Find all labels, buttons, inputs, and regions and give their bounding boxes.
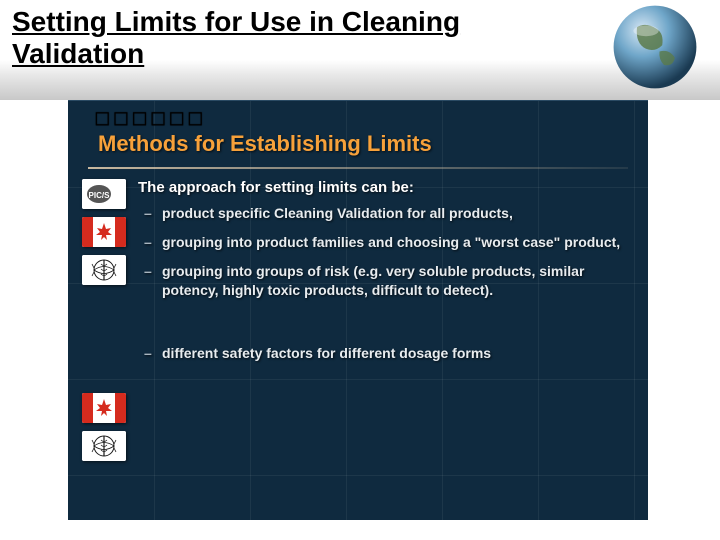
bullet-item: – grouping into product families and cho… <box>138 233 626 252</box>
pics-badge: PIC/S <box>82 179 126 209</box>
canada-flag-icon <box>82 393 126 423</box>
text-column: The approach for setting limits can be: … <box>138 179 648 372</box>
who-logo-icon <box>82 255 126 285</box>
content-row-1: PIC/S <box>68 179 648 372</box>
dash-icon: – <box>138 233 162 252</box>
bullet-text: grouping into groups of risk (e.g. very … <box>162 262 626 300</box>
bullet-text: different safety factors for different d… <box>162 344 491 363</box>
content-panel: ◻◻◻◻◻◻ Methods for Establishing Limits P… <box>68 100 648 520</box>
who-logo-icon <box>82 431 126 461</box>
dash-icon: – <box>138 204 162 223</box>
lead-text: The approach for setting limits can be: <box>138 179 626 196</box>
bullet-item: – grouping into groups of risk (e.g. ver… <box>138 262 626 300</box>
decorative-glyphs: ◻◻◻◻◻◻ <box>94 105 206 130</box>
bullet-item: – different safety factors for different… <box>138 344 626 363</box>
badge-column-1: PIC/S <box>68 179 138 372</box>
spacer <box>138 310 626 344</box>
header: Setting Limits for Use in Cleaning Valid… <box>0 0 720 100</box>
content-row-2 <box>68 389 138 469</box>
canada-flag-icon <box>82 217 126 247</box>
badge-column-2 <box>68 393 138 469</box>
dash-icon: – <box>138 344 162 363</box>
svg-text:PIC/S: PIC/S <box>89 191 111 200</box>
bullet-text: grouping into product families and choos… <box>162 233 620 252</box>
page-title: Setting Limits for Use in Cleaning Valid… <box>12 6 572 70</box>
bullet-item: – product specific Cleaning Validation f… <box>138 204 626 223</box>
bullet-text: product specific Cleaning Validation for… <box>162 204 513 223</box>
dash-icon: – <box>138 262 162 300</box>
globe-icon <box>610 2 700 92</box>
divider <box>88 167 628 169</box>
